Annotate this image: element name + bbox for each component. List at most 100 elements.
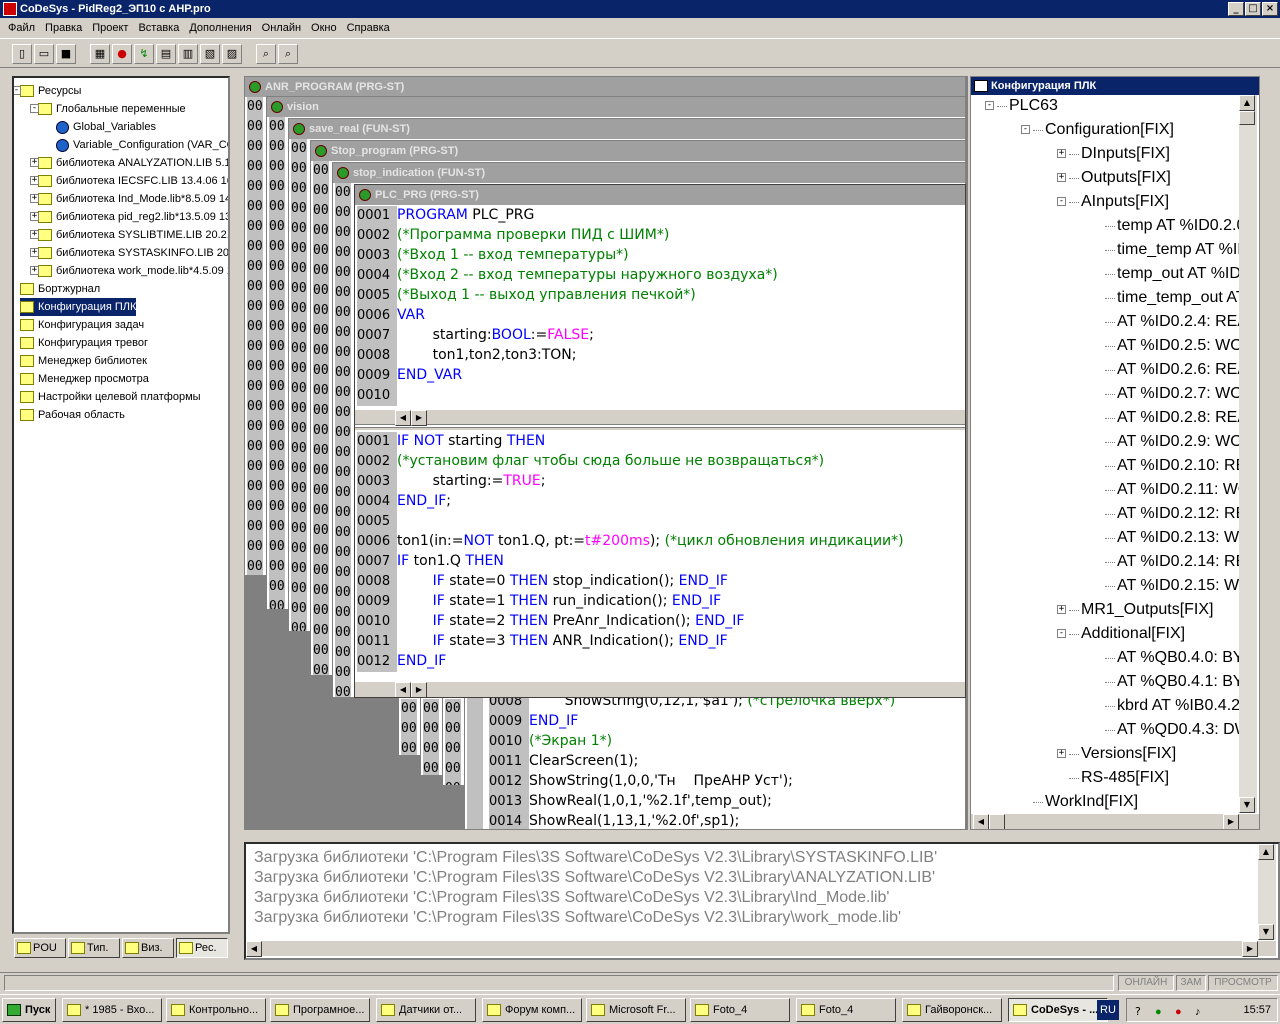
- scroll-left-icon[interactable]: ◀: [246, 941, 262, 957]
- config-node[interactable]: temp_out AT %ID0.2.2: [1117, 263, 1243, 285]
- code-line[interactable]: 0004 END_IF;: [357, 491, 451, 512]
- config-node[interactable]: AT %ID0.2.7: WORD: [1117, 383, 1243, 405]
- volume-icon[interactable]: ♪: [1195, 1001, 1201, 1023]
- resource-item[interactable]: Global_Variables: [56, 118, 156, 136]
- taskbar-button[interactable]: * 1985 - Вхо...: [62, 998, 162, 1022]
- code-line[interactable]: 0002 (*Программа проверки ПИД с ШИМ*): [357, 225, 669, 246]
- scroll-up-icon[interactable]: ▲: [1258, 844, 1274, 860]
- expand-toggle-icon[interactable]: +: [30, 248, 39, 257]
- code-line[interactable]: 0009 IF state=1 THEN run_indication(); E…: [357, 591, 721, 612]
- expand-toggle-icon[interactable]: +: [1057, 173, 1066, 182]
- vision-code[interactable]: 0008 ShowString(0,12,1,'$a1'); (*стрелоч…: [489, 691, 965, 829]
- menu-extras[interactable]: Дополнения: [184, 18, 256, 38]
- expand-toggle-icon[interactable]: -: [1057, 629, 1066, 638]
- code-line[interactable]: 0009 END_IF: [489, 711, 578, 732]
- code-line[interactable]: 0009 END_VAR: [357, 365, 462, 386]
- taskbar-button[interactable]: Гайворонск...: [902, 998, 1002, 1022]
- resource-item[interactable]: Бортжурнал: [20, 280, 100, 298]
- config-node[interactable]: AT %ID0.2.15: WORD: [1117, 575, 1243, 597]
- expand-toggle-icon[interactable]: -: [30, 104, 39, 113]
- resource-item[interactable]: Глобальные переменные: [38, 100, 186, 118]
- scroll-right-icon[interactable]: ▶: [411, 682, 427, 697]
- taskbar-button[interactable]: CoDeSys - ...: [1008, 998, 1108, 1022]
- tab-visualizations[interactable]: Виз.: [122, 938, 174, 958]
- scroll-thumb[interactable]: [1239, 111, 1255, 125]
- expand-toggle-icon[interactable]: +: [1057, 605, 1066, 614]
- expand-toggle-icon[interactable]: +: [30, 158, 39, 167]
- resource-item[interactable]: Рабочая область: [20, 406, 125, 424]
- taskbar-button[interactable]: Контрольно...: [166, 998, 266, 1022]
- resource-item[interactable]: Менеджер библиотек: [20, 352, 147, 370]
- config-node[interactable]: WorkInd[FIX]: [1045, 791, 1138, 813]
- config-node[interactable]: AT %QB0.4.1: BYTE: [1117, 671, 1243, 693]
- config-node[interactable]: Versions[FIX]: [1081, 743, 1176, 765]
- open-folder-icon[interactable]: ▭: [34, 44, 54, 64]
- resource-item[interactable]: библиотека pid_reg2.lib*13.5.09 13:: [38, 208, 228, 226]
- code-line[interactable]: 0005 (*Выход 1 -- выход управления печкой…: [357, 285, 696, 306]
- menu-edit[interactable]: Правка: [40, 18, 87, 38]
- config-node[interactable]: AT %ID0.2.12: REAL: [1117, 503, 1243, 525]
- build-icon[interactable]: ▦: [90, 44, 110, 64]
- minimize-button[interactable]: _: [1228, 2, 1244, 16]
- config-node[interactable]: AT %ID0.2.9: WORD: [1117, 431, 1243, 453]
- config-node[interactable]: AT %ID0.2.10: REAL: [1117, 455, 1243, 477]
- message-window[interactable]: Загрузка библиотеки 'C:\Program Files\3S…: [244, 842, 1280, 960]
- code-line[interactable]: 0003 starting:=TRUE;: [357, 471, 545, 492]
- config-node[interactable]: AT %ID0.2.13: WORD: [1117, 527, 1243, 549]
- resource-item[interactable]: Конфигурация задач: [20, 316, 144, 334]
- expand-toggle-icon[interactable]: +: [30, 176, 39, 185]
- expand-toggle-icon[interactable]: +: [30, 194, 39, 203]
- stop-icon[interactable]: ●: [112, 44, 132, 64]
- config-node[interactable]: AT %QD0.4.3: DWORD: [1117, 719, 1243, 741]
- expand-toggle-icon[interactable]: -: [14, 86, 21, 95]
- message-horizontal-scrollbar[interactable]: ◀ ▶: [246, 940, 1276, 957]
- step-icon[interactable]: ▧: [200, 44, 220, 64]
- taskbar-button[interactable]: Microsoft Fr...: [586, 998, 686, 1022]
- login-icon[interactable]: ↯: [134, 44, 154, 64]
- replace-icon[interactable]: ⌕: [278, 44, 298, 64]
- plc-configuration-panel[interactable]: Конфигурация ПЛК PLC63 - Configuration[FIX…: [970, 76, 1260, 830]
- code-line[interactable]: 0006 VAR: [357, 305, 425, 326]
- code-line[interactable]: 0001 IF NOT starting THEN: [357, 431, 545, 452]
- declaration-pane[interactable]: 0001 PROGRAM PLC_PRG 0002 (*Программа прове…: [357, 205, 963, 409]
- taskbar-button[interactable]: Foto_4: [796, 998, 896, 1022]
- config-node[interactable]: RS-485[FIX]: [1081, 767, 1169, 789]
- expand-toggle-icon[interactable]: -: [1021, 125, 1030, 134]
- config-node[interactable]: AT %ID0.2.11: WORD: [1117, 479, 1243, 501]
- scroll-right-icon[interactable]: ▶: [1242, 941, 1258, 957]
- scroll-down-icon[interactable]: ▼: [1258, 924, 1274, 940]
- resource-item[interactable]: Конфигурация тревог: [20, 334, 148, 352]
- config-node[interactable]: Outputs[FIX]: [1081, 167, 1171, 189]
- config-node[interactable]: AT %ID0.2.4: REAL: [1117, 311, 1243, 333]
- config-node[interactable]: AT %ID0.2.6: REAL: [1117, 359, 1243, 381]
- start-button[interactable]: Пуск: [2, 998, 56, 1022]
- menu-file[interactable]: Файл: [0, 18, 40, 38]
- scroll-left-icon[interactable]: ◀: [395, 682, 411, 697]
- tab-resources[interactable]: Рес.: [176, 938, 228, 958]
- tab-types[interactable]: Тип.: [68, 938, 120, 958]
- maximize-button[interactable]: □: [1245, 2, 1261, 16]
- expand-toggle-icon[interactable]: -: [985, 101, 994, 110]
- logout-icon[interactable]: ▥: [178, 44, 198, 64]
- close-button[interactable]: ×: [1262, 2, 1278, 16]
- config-node[interactable]: MR1_Outputs[FIX]: [1081, 599, 1214, 621]
- code-line[interactable]: 0006 ton1(in:=NOT ton1.Q, pt:=t#200ms); (…: [357, 531, 904, 552]
- config-node[interactable]: time_temp AT %ID0.2.1: [1117, 239, 1243, 261]
- code-line[interactable]: 0001 PROGRAM PLC_PRG: [357, 205, 534, 226]
- menu-window[interactable]: Окно: [306, 18, 342, 38]
- scroll-right-icon[interactable]: ▶: [411, 410, 427, 426]
- config-node[interactable]: AT %ID0.2.8: REAL: [1117, 407, 1243, 429]
- resource-item[interactable]: библиотека SYSLIBTIME.LIB 20.2.: [38, 226, 228, 244]
- help-icon[interactable]: ?: [1135, 1001, 1141, 1023]
- menu-project[interactable]: Проект: [87, 18, 133, 38]
- scroll-left-icon[interactable]: ◀: [395, 410, 411, 426]
- code-line[interactable]: 0013 ShowReal(1,0,1,'%2.1f',temp_out);: [489, 791, 772, 812]
- menu-insert[interactable]: Вставка: [133, 18, 184, 38]
- resource-item[interactable]: Variable_Configuration (VAR_CONFIG): [56, 136, 228, 154]
- code-line[interactable]: 0008 IF state=0 THEN stop_indication(); …: [357, 571, 728, 592]
- code-line[interactable]: 0004 (*Вход 2 -- вход температуры наружно…: [357, 265, 778, 286]
- new-file-icon[interactable]: ▯: [12, 44, 32, 64]
- message-vertical-scrollbar[interactable]: ▲ ▼: [1258, 844, 1276, 940]
- plc-config-tree[interactable]: PLC63 - Configuration[FIX] - DInputs[FIX] + Ou…: [971, 95, 1243, 813]
- config-node[interactable]: AT %ID0.2.5: WORD: [1117, 335, 1243, 357]
